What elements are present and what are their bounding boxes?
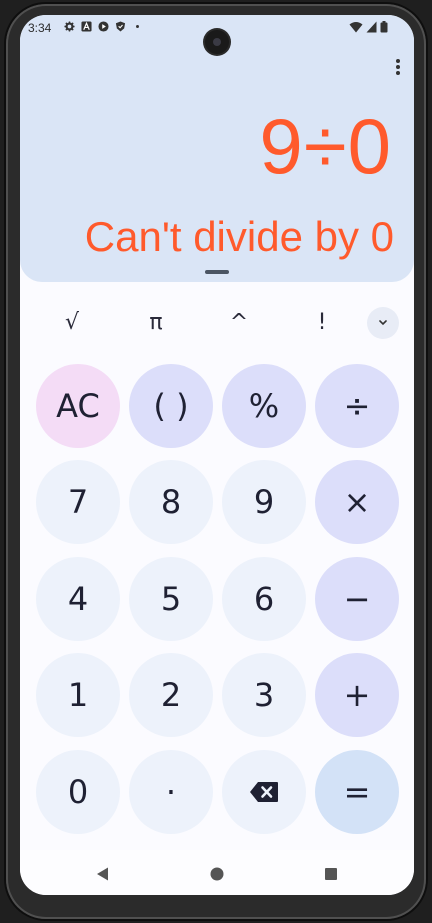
digit-9-button[interactable]: 9: [222, 460, 306, 544]
status-icons-right: [349, 21, 388, 33]
overflow-menu-button[interactable]: [392, 57, 404, 77]
gear-icon: [64, 21, 75, 32]
navigation-bar: [20, 850, 414, 895]
history-drag-handle[interactable]: [205, 270, 229, 274]
equals-button[interactable]: =: [315, 750, 399, 834]
expand-scientific-button[interactable]: [367, 307, 399, 339]
nav-recents-button[interactable]: [321, 864, 341, 884]
parentheses-button[interactable]: ( ): [129, 364, 213, 448]
digit-7-button[interactable]: 7: [36, 460, 120, 544]
decimal-button[interactable]: ·: [129, 750, 213, 834]
nav-home-button[interactable]: [207, 864, 227, 884]
chevron-down-icon: [379, 320, 387, 326]
scientific-row: √ π ^ !: [20, 305, 414, 345]
signal-icon: [366, 21, 377, 33]
divide-button[interactable]: ÷: [315, 364, 399, 448]
digit-5-button[interactable]: 5: [129, 557, 213, 641]
result-display: Can't divide by 0: [84, 213, 394, 260]
overflow-dot-icon: [396, 71, 400, 75]
digit-8-button[interactable]: 8: [129, 460, 213, 544]
play-icon: [98, 21, 109, 32]
digit-3-button[interactable]: 3: [222, 653, 306, 737]
expression-display[interactable]: 9÷0: [259, 101, 392, 191]
recents-icon: [325, 868, 337, 880]
battery-icon: [380, 21, 388, 33]
home-icon: [210, 867, 224, 881]
all-clear-button[interactable]: AC: [36, 364, 120, 448]
front-camera: [205, 30, 229, 54]
wifi-icon: [349, 22, 363, 33]
backspace-icon: [250, 782, 278, 802]
minus-button[interactable]: −: [315, 557, 399, 641]
back-icon: [97, 867, 108, 881]
dot-icon: [136, 25, 139, 28]
digit-1-button[interactable]: 1: [36, 653, 120, 737]
plus-button[interactable]: +: [315, 653, 399, 737]
nav-back-button[interactable]: [93, 864, 113, 884]
screen: 3:34 9÷0 Can't divide by 0 √ π ^ ! AC (…: [20, 15, 414, 895]
pi-button[interactable]: π: [126, 305, 186, 341]
digit-0-button[interactable]: 0: [36, 750, 120, 834]
status-time: 3:34: [28, 21, 52, 35]
overflow-dot-icon: [396, 65, 400, 69]
shield-icon: [115, 21, 126, 32]
keypad: AC ( ) % ÷ 7 8 9 × 4 5 6 − 1 2 3 + 0 · =: [36, 364, 400, 834]
factorial-button[interactable]: !: [292, 305, 352, 341]
power-button[interactable]: ^: [209, 305, 269, 341]
backspace-button[interactable]: [222, 750, 306, 834]
a-icon: [81, 21, 92, 32]
digit-4-button[interactable]: 4: [36, 557, 120, 641]
digit-2-button[interactable]: 2: [129, 653, 213, 737]
multiply-button[interactable]: ×: [315, 460, 399, 544]
sqrt-button[interactable]: √: [42, 305, 102, 341]
percent-button[interactable]: %: [222, 364, 306, 448]
digit-6-button[interactable]: 6: [222, 557, 306, 641]
status-icons-left: [64, 21, 143, 32]
overflow-dot-icon: [396, 59, 400, 63]
calculator-display: 3:34 9÷0 Can't divide by 0: [20, 15, 414, 282]
